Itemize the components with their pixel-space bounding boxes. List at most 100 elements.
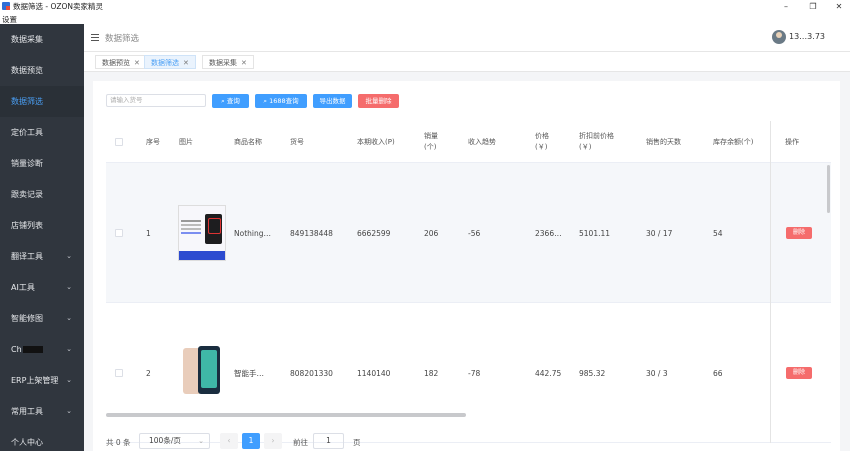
sidebar-item-label: 智能修图 — [11, 314, 43, 323]
sidebar-item-label: ERP上架管理 — [11, 376, 59, 385]
delete-row-button[interactable]: 删除 — [786, 367, 812, 379]
sidebar-item-sales-diagnosis[interactable]: 销量诊断 — [0, 148, 84, 179]
select-all-checkbox[interactable] — [115, 138, 123, 146]
minimize-button[interactable]: – — [777, 1, 795, 13]
sidebar-item-smart-retouch[interactable]: 智能修图 ⌄ — [0, 303, 84, 334]
sidebar-item-label: 常用工具 — [11, 407, 43, 416]
col-sales: 销量 (个) — [424, 132, 438, 151]
sidebar-item-ai-tools[interactable]: AI工具 ⌄ — [0, 272, 84, 303]
sidebar-item-personal-center[interactable]: 个人中心 — [0, 427, 84, 458]
app-logo-icon — [2, 2, 10, 10]
menu-toggle-icon[interactable] — [91, 34, 99, 43]
breadcrumb: 数据筛选 — [105, 34, 140, 44]
col-stock: 库存余额(个) — [713, 137, 754, 146]
tab-label: 数据采集 — [209, 59, 237, 67]
sidebar-item-data-preview[interactable]: 数据预览 — [0, 55, 84, 86]
sidebar-item-shop-list[interactable]: 店铺列表 — [0, 210, 84, 241]
query-1688-button[interactable]: ⌕ 1688查询 — [255, 94, 307, 108]
sidebar-item-ch-redacted[interactable]: Ch ⌄ — [0, 334, 84, 365]
sidebar-item-label: 店铺列表 — [11, 221, 43, 230]
sidebar-item-pricing-tool[interactable]: 定价工具 — [0, 117, 84, 148]
sidebar-item-label: 跟卖记录 — [11, 190, 43, 199]
page-suffix-label: 页 — [353, 438, 361, 447]
cell-stock: 54 — [713, 228, 723, 238]
query-1688-label: 1688查询 — [269, 97, 299, 105]
product-image[interactable] — [178, 205, 226, 261]
tab-label: 数据筛选 — [151, 59, 179, 67]
window-title: 数据筛选 - OZON卖家精灵 — [13, 2, 104, 11]
cell-revenue-trend: -78 — [468, 368, 481, 378]
page-number-current[interactable]: 1 — [242, 433, 260, 449]
close-window-button[interactable]: ✕ — [830, 1, 848, 13]
sidebar-item-label: 个人中心 — [11, 438, 43, 447]
table-row[interactable]: 2 智能手… 808201330 1140140 182 -78 442.75 … — [106, 303, 831, 443]
cell-revenue: 6662599 — [357, 228, 391, 238]
window-titlebar: 数据筛选 - OZON卖家精灵 – ❐ ✕ — [0, 0, 850, 14]
cell-revenue: 1140140 — [357, 368, 391, 378]
cell-stock: 66 — [713, 368, 723, 378]
product-image[interactable] — [178, 345, 226, 397]
chevron-down-icon: ⌄ — [66, 376, 72, 384]
cell-sales: 182 — [424, 368, 439, 378]
goto-label: 前往 — [293, 438, 308, 447]
page-size-select[interactable]: 100条/页 ⌄ — [139, 433, 210, 449]
col-index: 序号 — [146, 137, 160, 146]
sidebar-item-data-filter[interactable]: 数据筛选 — [0, 86, 84, 117]
avatar[interactable] — [772, 30, 786, 44]
col-days-sold: 销售的天数 — [646, 137, 681, 146]
tabs-bar: 数据预览 ✕ 数据筛选 ✕ 数据采集 ✕ — [84, 52, 850, 72]
filter-panel: 请输入货号 ⌕ 查询 ⌕ 1688查询 导出数据 批量删除 序号 图片 商品名称… — [93, 81, 840, 451]
redaction-block — [22, 346, 43, 353]
sidebar-item-label: AI工具 — [11, 283, 35, 292]
query-button[interactable]: ⌕ 查询 — [212, 94, 249, 108]
sidebar-item-translate-tools[interactable]: 翻译工具 ⌄ — [0, 241, 84, 272]
close-icon[interactable]: ✕ — [241, 59, 247, 67]
cell-days-sold: 30 / 17 — [646, 228, 673, 238]
tab-data-filter[interactable]: 数据筛选 ✕ — [144, 55, 196, 69]
maximize-button[interactable]: ❐ — [804, 1, 822, 13]
sidebar-item-follow-records[interactable]: 跟卖记录 — [0, 179, 84, 210]
export-data-button[interactable]: 导出数据 — [313, 94, 352, 108]
menubar: 设置 — [0, 14, 850, 24]
batch-delete-button[interactable]: 批量删除 — [358, 94, 399, 108]
cell-sku: 808201330 — [290, 368, 333, 378]
tab-label: 数据预览 — [102, 59, 130, 67]
col-image: 图片 — [179, 137, 193, 146]
chevron-down-icon: ⌄ — [66, 283, 72, 291]
close-icon[interactable]: ✕ — [183, 59, 189, 67]
query-label: 查询 — [226, 97, 240, 105]
sidebar-item-label: 数据筛选 — [11, 97, 43, 106]
sku-search-input[interactable]: 请输入货号 — [106, 94, 206, 107]
sidebar-item-label: Ch — [11, 345, 22, 354]
horizontal-scrollbar[interactable] — [106, 413, 466, 417]
top-header: 数据筛选 13…3.73 — [84, 24, 850, 52]
chevron-down-icon: ⌄ — [66, 252, 72, 260]
tab-data-collect[interactable]: 数据采集 ✕ — [202, 55, 254, 69]
row-checkbox[interactable] — [115, 369, 123, 377]
close-icon[interactable]: ✕ — [134, 59, 140, 67]
sidebar-item-label: 翻译工具 — [11, 252, 43, 261]
sidebar-item-erp-listing[interactable]: ERP上架管理 ⌄ — [0, 365, 84, 396]
sidebar-item-label: 数据采集 — [11, 35, 43, 44]
col-operations: 操作 — [785, 137, 799, 146]
col-revenue: 本期收入(P) — [357, 137, 395, 146]
sidebar-item-label: 销量诊断 — [11, 159, 43, 168]
sidebar-item-common-tools[interactable]: 常用工具 ⌄ — [0, 396, 84, 427]
next-page-button[interactable]: › — [264, 433, 282, 449]
user-name[interactable]: 13…3.73 — [789, 32, 825, 41]
tab-data-preview[interactable]: 数据预览 ✕ — [95, 55, 147, 69]
delete-row-button[interactable]: 删除 — [786, 227, 812, 239]
sidebar-item-data-collect[interactable]: 数据采集 — [0, 24, 84, 55]
table-row[interactable]: 1 Nothing… 849138448 6662599 206 -56 236… — [106, 163, 831, 303]
row-checkbox[interactable] — [115, 229, 123, 237]
cell-index: 2 — [146, 368, 151, 378]
sidebar-item-label: 数据预览 — [11, 66, 43, 75]
main-content: 请输入货号 ⌕ 查询 ⌕ 1688查询 导出数据 批量删除 序号 图片 商品名称… — [84, 72, 850, 451]
chevron-down-icon: ⌄ — [198, 437, 204, 445]
goto-page-input[interactable]: 1 — [313, 433, 344, 449]
vertical-scrollbar[interactable] — [827, 165, 830, 213]
cell-revenue-trend: -56 — [468, 228, 481, 238]
cell-index: 1 — [146, 228, 151, 238]
prev-page-button[interactable]: ‹ — [220, 433, 238, 449]
cell-sales: 206 — [424, 228, 439, 238]
